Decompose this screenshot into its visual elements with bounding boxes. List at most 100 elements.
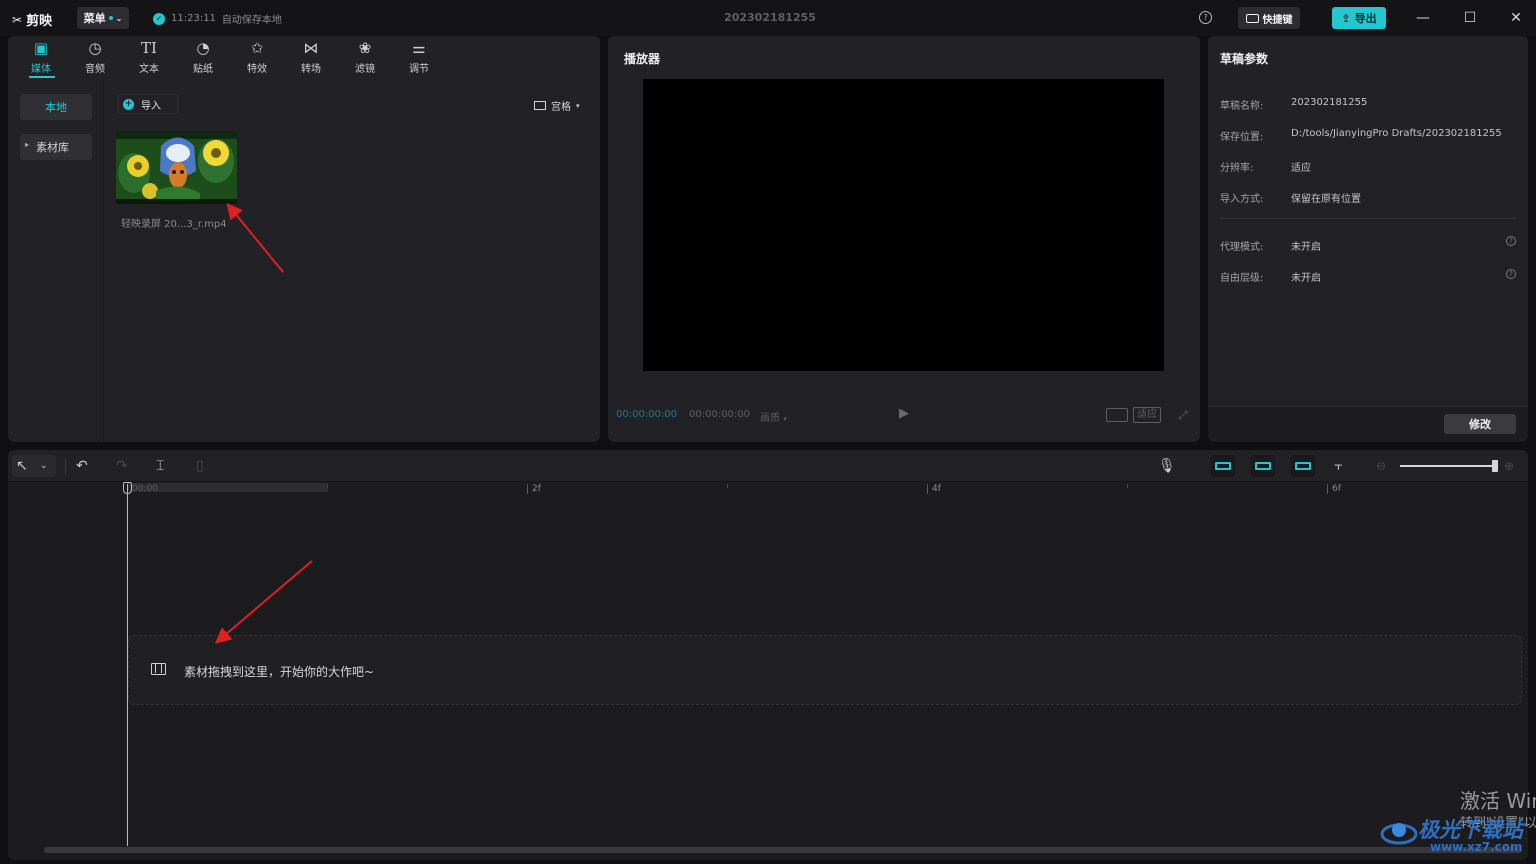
tab-effects[interactable]: ✩ 特效 [230,36,284,78]
video-clip-thumbnail[interactable] [116,131,237,204]
media-icon: ▣ [33,38,49,57]
zoom-in-icon[interactable]: ⊕ [1504,456,1514,476]
param-row-free-layer: 自由层级: 未开启 [1220,269,1321,284]
clip-thumbnail-image [116,131,237,204]
sticker-icon: ◔ [196,38,210,57]
tab-filter[interactable]: ❀ 滤镜 [338,36,392,78]
preview-axis-icon[interactable]: ⫟ [1334,456,1342,476]
menu-button[interactable]: 菜单 ⌄ [77,7,129,29]
site-watermark-url: www.xz7.com [1430,840,1523,854]
sidebar-item-local[interactable]: 本地 [20,94,92,120]
tab-label: 滤镜 [355,63,375,75]
tab-label: 特效 [247,63,267,75]
linkage-button[interactable] [1291,455,1315,477]
shortcut-button[interactable]: 快捷键 [1238,7,1300,29]
close-button[interactable]: ✕ [1506,8,1526,28]
quality-label: 画质 [760,413,780,424]
view-mode-dropdown[interactable]: 宫格 ▾ [534,98,580,113]
zoom-slider-handle[interactable] [1492,460,1498,472]
zoom-out-icon[interactable]: ⊖ [1376,456,1386,476]
export-button[interactable]: ⇪ 导出 [1332,7,1386,29]
tab-audio[interactable]: ◷ 音频 [68,36,122,78]
delete-icon[interactable]: ▯ [196,456,204,476]
tab-label: 文本 [139,63,159,75]
param-label: 分辨率: [1220,163,1254,174]
quality-dropdown[interactable]: 画质 ▾ [760,409,787,424]
check-icon: ✓ [153,12,165,25]
zoom-slider[interactable] [1400,465,1496,467]
param-row-name: 草稿名称: 202302181255 [1220,97,1367,112]
tab-media[interactable]: ▣ 媒体 [14,36,68,78]
split-icon[interactable]: ⌶ [156,456,164,476]
import-button[interactable]: + 导入 [118,94,178,114]
shortcut-label: 快捷键 [1262,14,1293,26]
maximize-button[interactable]: ☐ [1460,8,1480,28]
menu-label: 菜单 [83,12,106,25]
tab-adjust[interactable]: ⚌ 调节 [392,36,446,78]
sidebar-item-library[interactable]: 素材库 [20,134,92,160]
plus-icon: + [123,98,134,110]
aspect-ratio-button[interactable]: 适应 [1133,407,1161,423]
param-label: 草稿名称: [1220,101,1264,112]
current-time: 00:00:00:00 [616,409,678,420]
grid-view-icon [534,101,546,110]
update-dot-icon [108,16,113,20]
divider [1220,218,1516,219]
tab-label: 音频 [85,63,105,75]
divider [65,458,66,474]
capcut-logo-icon: ✂ [12,12,23,27]
param-value: 未开启 [1291,273,1321,284]
tab-transition[interactable]: ⋈ 转场 [284,36,338,78]
film-icon [151,663,166,675]
param-value: 适应 [1291,163,1311,174]
help-icon[interactable]: ? [1506,269,1516,279]
main-track-magnet-button[interactable] [1211,455,1235,477]
keyboard-icon [1245,13,1259,23]
chevron-down-icon: ⌄ [40,461,48,471]
ruler-range-bar [127,483,328,492]
play-icon[interactable]: ▶ [899,406,909,421]
help-icon[interactable]: ? [1506,236,1516,246]
video-preview[interactable] [643,79,1164,371]
title-bar: ✂ 剪映 菜单 ⌄ ✓ 11:23:11 自动保存本地 202302181255… [0,0,1536,36]
player-panel: 播放器 00:00:00:00 00:00:00:00 画质 ▾ ▶ 适应 ⤢ [608,36,1200,442]
redo-icon[interactable]: ↷ [116,456,128,476]
clip-filename: 轻映录屏 20...3_r.mp4 [121,219,227,230]
help-icon[interactable]: ? [1199,11,1212,24]
horizontal-scrollbar[interactable] [44,847,1522,853]
app-logo: ✂ 剪映 [12,10,53,30]
draft-params-panel: 草稿参数 草稿名称: 202302181255 保存位置: D:/tools/J… [1208,36,1528,442]
ruler-label: 4f [927,484,941,494]
view-mode-label: 宫格 [551,102,571,113]
auto-snap-button[interactable] [1251,455,1275,477]
microphone-icon[interactable]: 🎙 [1158,456,1176,476]
param-label: 自由层级: [1220,273,1264,284]
undo-icon[interactable]: ↶ [76,456,88,476]
modify-button[interactable]: 修改 [1444,414,1516,434]
snap-icon [1255,462,1271,470]
fullscreen-icon[interactable]: ⤢ [1178,408,1188,423]
text-icon: TI [141,38,157,57]
waveform-icon[interactable] [1106,408,1128,422]
import-label: 导入 [141,100,161,112]
save-status-text: 自动保存本地 [221,15,282,26]
tab-sticker[interactable]: ◔ 贴纸 [176,36,230,78]
param-value: D:/tools/JianyingPro Drafts/202302181255 [1291,128,1502,139]
filter-icon: ❀ [358,38,372,57]
ruler-label: 2f [527,484,541,494]
tab-label: 媒体 [31,63,51,75]
save-time: 11:23:11 [171,13,216,24]
site-logo-icon [1380,812,1418,853]
audio-icon: ◷ [88,38,102,57]
tab-text[interactable]: TI 文本 [122,36,176,78]
param-row-location: 保存位置: D:/tools/JianyingPro Drafts/202302… [1220,128,1502,143]
minimize-button[interactable]: — [1413,8,1433,28]
total-time: 00:00:00:00 [689,409,751,420]
chevron-down-icon: ⌄ [115,13,123,23]
app-name: 剪映 [26,14,53,29]
ruler-tick [727,484,728,488]
track-drop-zone[interactable]: 素材拖拽到这里，开始你的大作吧~ [128,635,1522,705]
link-icon [1295,462,1311,470]
param-value: 未开启 [1291,242,1321,253]
media-tabs: ▣ 媒体 ◷ 音频 TI 文本 ◔ 贴纸 ✩ 特效 ⋈ 转场 ❀ 滤镜 ⚌ 调节 [8,36,600,78]
